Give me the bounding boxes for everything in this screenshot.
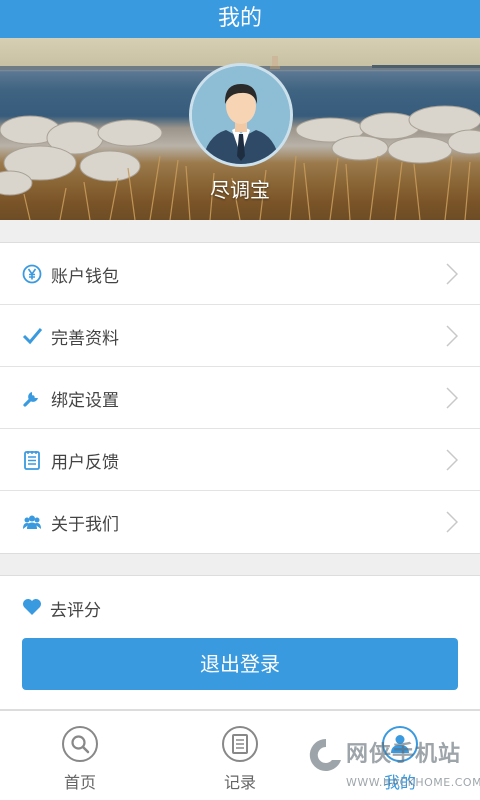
notepad-icon (24, 451, 40, 470)
user-avatar-icon (192, 66, 290, 164)
heart-icon (23, 599, 41, 615)
menu-item-feedback[interactable]: 用户反馈 (0, 429, 480, 491)
rate-section: 去评分 退出登录 (0, 575, 480, 710)
chevron-right-icon (446, 511, 458, 533)
profile-username: 尽调宝 (210, 178, 270, 202)
chevron-right-icon (446, 387, 458, 409)
checkmark-icon (22, 328, 42, 345)
menu-item-label: 账户钱包 (51, 267, 119, 287)
menu-item-label: 绑定设置 (51, 391, 119, 411)
rate-app-label: 去评分 (50, 601, 101, 621)
tab-home[interactable]: 首页 (0, 711, 160, 800)
chevron-right-icon (446, 449, 458, 471)
menu-item-about[interactable]: 关于我们 (0, 491, 480, 553)
chevron-right-icon (446, 263, 458, 285)
logout-button[interactable]: 退出登录 (22, 638, 458, 690)
tab-label: 首页 (63, 773, 96, 792)
rate-app-item[interactable]: 去评分 (0, 576, 480, 636)
menu-item-profile[interactable]: 完善资料 (0, 305, 480, 367)
menu-item-binding[interactable]: 绑定设置 (0, 367, 480, 429)
menu-item-wallet[interactable]: 账户钱包 (0, 243, 480, 305)
search-icon (62, 726, 98, 762)
watermark-url: WWW.HACKHOME.COM (346, 776, 480, 789)
people-icon (23, 515, 41, 529)
menu-list: 账户钱包 完善资料 绑定设置 用户反馈 关于我们 (0, 242, 480, 554)
tab-label: 记录 (223, 773, 256, 792)
menu-item-label: 关于我们 (51, 515, 119, 535)
profile-banner: 尽调宝 (0, 38, 480, 220)
tab-records[interactable]: 记录 (160, 711, 320, 800)
menu-item-label: 用户反馈 (51, 453, 119, 473)
wrench-icon (23, 392, 38, 407)
site-watermark: 网侠手机站 WWW.HACKHOME.COM (306, 728, 480, 796)
document-icon (222, 726, 258, 762)
avatar[interactable] (189, 63, 293, 167)
chevron-right-icon (446, 325, 458, 347)
watermark-logo-icon (309, 738, 341, 771)
yen-circle-icon (22, 264, 42, 284)
menu-item-label: 完善资料 (51, 329, 119, 349)
page-title: 我的 (0, 0, 480, 38)
watermark-text: 网侠手机站 (346, 742, 462, 767)
